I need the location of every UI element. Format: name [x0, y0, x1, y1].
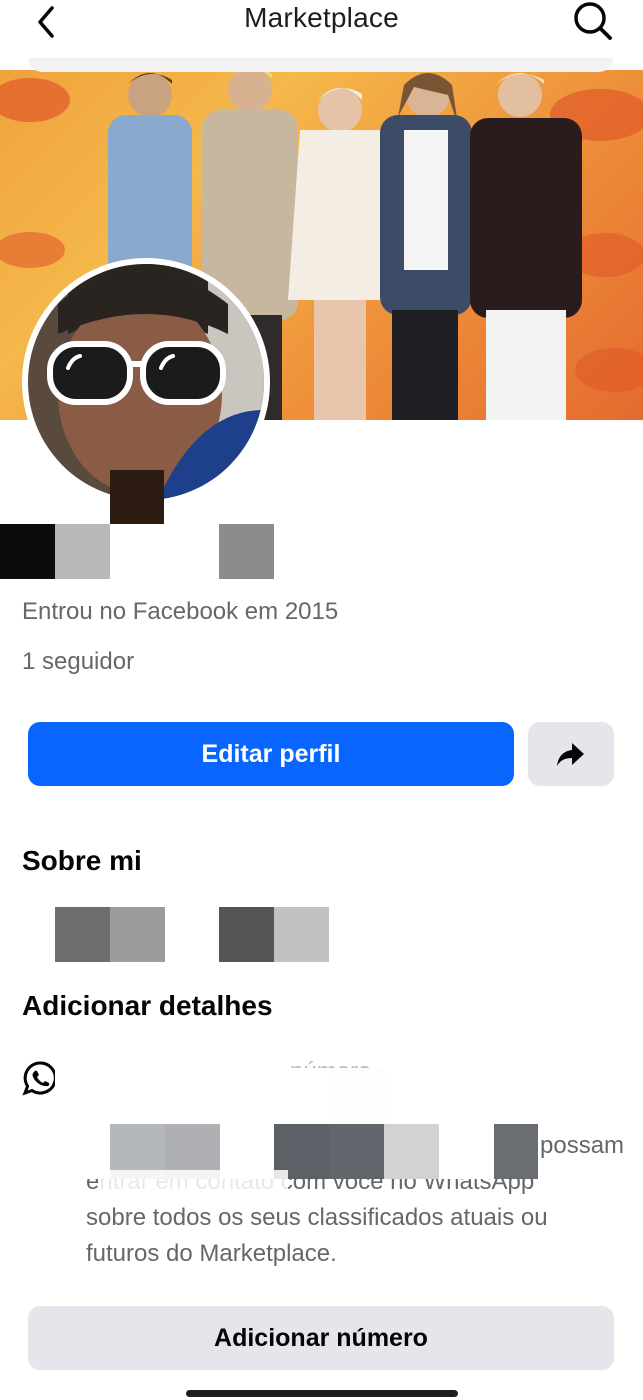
redacted-block: [219, 524, 274, 579]
search-icon: [574, 2, 612, 40]
redacted-block: [55, 1068, 330, 1126]
redacted-block: [110, 907, 165, 962]
redacted-block: [385, 1068, 605, 1124]
redacted-block: [494, 1124, 538, 1179]
share-arrow-icon: [557, 743, 584, 766]
home-indicator: [186, 1390, 458, 1397]
about-heading: Sobre mi: [22, 845, 142, 876]
followers-count[interactable]: 1 seguidor: [22, 648, 134, 676]
description-fragment: possam: [540, 1132, 625, 1159]
redacted-block: [110, 470, 164, 524]
redacted-block: [0, 524, 55, 579]
avatar-image: [28, 264, 264, 500]
cover-top-edge: [28, 58, 613, 72]
redacted-block: [140, 840, 230, 890]
whatsapp-icon: [22, 1060, 58, 1096]
redacted-block: [55, 524, 110, 579]
redacted-block: [55, 907, 110, 962]
description-line-5: futuros do Marketplace.: [86, 1240, 337, 1267]
redacted-block: [219, 907, 274, 962]
joined-date: Entrou no Facebook em 2015: [22, 598, 339, 625]
page-title: Marketplace: [244, 2, 399, 33]
redacted-block: [274, 907, 329, 962]
redacted-block: [329, 1124, 384, 1179]
edit-profile-button[interactable]: Editar perfil: [28, 722, 514, 786]
share-button[interactable]: [528, 722, 614, 786]
redacted-block: [330, 1068, 385, 1126]
search-button[interactable]: [568, 0, 616, 44]
add-details-heading: Adicionar detalhes: [22, 990, 273, 1021]
add-number-button[interactable]: Adicionar número: [28, 1306, 614, 1370]
redacted-block: [439, 1124, 494, 1179]
redacted-block: [384, 1124, 439, 1179]
avatar[interactable]: [28, 264, 264, 500]
description-line-4: sobre todos os seus classificados atuais…: [86, 1204, 548, 1231]
redacted-block: [98, 1170, 288, 1200]
